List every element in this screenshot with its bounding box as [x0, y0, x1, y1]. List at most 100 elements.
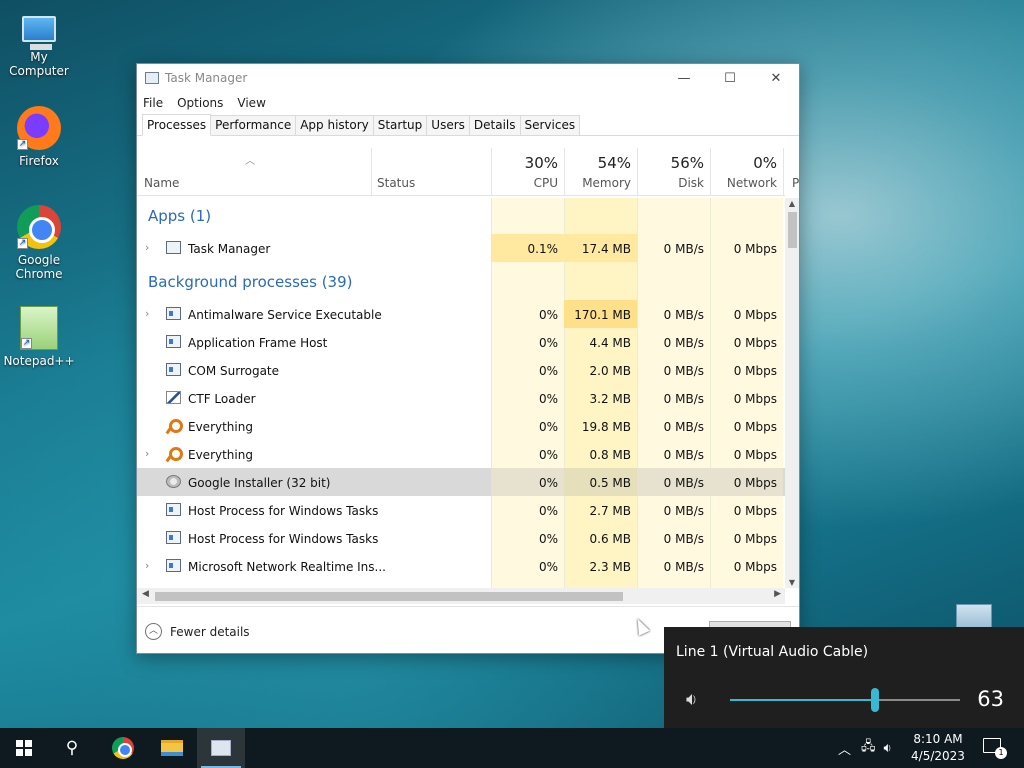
process-memory: 0.5 MB [564, 468, 637, 496]
fewer-details-button[interactable]: ︿ Fewer details [145, 623, 250, 640]
process-memory: 4.4 MB [589, 336, 631, 350]
notification-count: 1 [995, 747, 1007, 759]
taskbar-file-explorer[interactable] [148, 728, 196, 768]
table-row[interactable]: › Microsoft Network Realtime Ins... 0% 2… [137, 552, 785, 580]
system-tray: ︿ 🖧︎ 🔉︎ [838, 728, 892, 768]
desktop-icon-google-chrome[interactable]: ↗ Google Chrome [1, 205, 77, 281]
vertical-scrollbar[interactable]: ▲ ▼ [785, 198, 799, 588]
process-network: 0 Mbps [733, 420, 777, 434]
start-button[interactable] [0, 728, 48, 768]
tab-users[interactable]: Users [426, 115, 470, 135]
process-memory: 19.8 MB [581, 420, 631, 434]
volume-level: 63 [977, 687, 1004, 711]
column-disk[interactable]: 56% Disk [637, 148, 710, 196]
menu-view[interactable]: View [237, 96, 265, 110]
menu-options[interactable]: Options [177, 96, 223, 110]
table-row[interactable]: › Task Manager 0.1% 17.4 MB 0 MB/s 0 Mbp… [137, 234, 785, 262]
scroll-down-icon[interactable]: ▼ [785, 578, 799, 587]
column-power-partial[interactable]: P [783, 148, 799, 196]
disk-label: Disk [678, 176, 704, 190]
column-header: ︿ Name Status 30% CPU 54% Memory 56% Dis… [137, 148, 799, 196]
process-disk: 0 MB/s [663, 532, 704, 546]
tab-app-history[interactable]: App history [295, 115, 374, 135]
chrome-icon: ↗ [17, 205, 61, 249]
firefox-icon: ↗ [17, 106, 61, 150]
horizontal-scroll-thumb[interactable] [155, 592, 623, 601]
vertical-scroll-thumb[interactable] [788, 212, 797, 248]
clock[interactable]: 8:10 AM 4/5/2023 [906, 731, 970, 765]
column-status[interactable]: Status [371, 148, 491, 196]
process-network: 0 Mbps [733, 392, 777, 406]
desktop-icon-label: Notepad++ [3, 354, 75, 368]
chevron-up-icon[interactable]: ︿ [838, 739, 851, 758]
taskbar-chrome[interactable] [99, 728, 147, 768]
volume-slider[interactable] [730, 688, 960, 712]
network-percent: 0% [753, 154, 777, 172]
column-cpu[interactable]: 30% CPU [491, 148, 564, 196]
tab-services[interactable]: Services [519, 115, 581, 135]
audio-device-name[interactable]: Line 1 (Virtual Audio Cable) [676, 644, 868, 660]
tab-performance[interactable]: Performance [210, 115, 297, 135]
pen-icon [166, 391, 181, 404]
title-bar[interactable]: Task Manager — ☐ ✕ [137, 64, 799, 92]
process-cpu: 0% [538, 420, 558, 434]
recycle-bin-icon[interactable] [956, 604, 992, 628]
process-name: Application Frame Host [188, 336, 328, 350]
volume-icon[interactable]: 🔉︎ [884, 741, 892, 756]
volume-slider-thumb[interactable] [870, 688, 879, 712]
menu-file[interactable]: File [143, 96, 163, 110]
service-icon [166, 307, 181, 320]
expand-chevron-icon[interactable]: › [145, 241, 149, 254]
table-row[interactable]: Application Frame Host 0% 4.4 MB 0 MB/s … [137, 328, 785, 356]
expand-chevron-icon[interactable]: › [145, 307, 149, 320]
column-memory[interactable]: 54% Memory [564, 148, 637, 196]
notepadpp-icon: ↗ [20, 306, 58, 350]
search-button[interactable]: ⚲ [48, 728, 96, 768]
maximize-button[interactable]: ☐ [707, 64, 753, 92]
scroll-up-icon[interactable]: ▲ [785, 199, 799, 208]
close-button[interactable]: ✕ [753, 64, 799, 92]
table-row[interactable]: CTF Loader 0% 3.2 MB 0 MB/s 0 Mbps [137, 384, 785, 412]
process-network: 0 Mbps [733, 504, 777, 518]
tab-details[interactable]: Details [468, 115, 521, 135]
group-background-label: Background processes (39) [148, 273, 353, 291]
group-background[interactable]: Background processes (39) [137, 264, 785, 300]
search-icon: ⚲ [65, 738, 79, 758]
scroll-left-icon[interactable]: ◀ [142, 589, 149, 599]
process-network: 0 Mbps [733, 242, 777, 256]
expand-chevron-icon[interactable]: › [145, 447, 149, 460]
column-status-label: Status [377, 176, 416, 190]
minimize-button[interactable]: — [661, 64, 707, 92]
table-row[interactable]: Everything 0% 19.8 MB 0 MB/s 0 Mbps [137, 412, 785, 440]
desktop-icon-label: Google Chrome [15, 253, 63, 281]
table-row[interactable]: › Antimalware Service Executable 0% 170.… [137, 300, 785, 328]
desktop-icon-my-computer[interactable]: My Computer [1, 8, 77, 78]
task-manager-window: Task Manager — ☐ ✕ File Options View Pro… [136, 63, 800, 654]
process-name: Host Process for Windows Tasks [188, 532, 379, 546]
column-name[interactable]: Name [137, 148, 371, 196]
clock-time: 8:10 AM [913, 732, 963, 746]
expand-chevron-icon[interactable]: › [145, 559, 149, 572]
process-disk: 0 MB/s [663, 560, 704, 574]
network-icon[interactable]: 🖧︎ [861, 737, 876, 759]
table-row[interactable]: Host Process for Windows Tasks 0% 0.6 MB… [137, 524, 785, 552]
desktop-icon-notepadpp[interactable]: ↗ Notepad++ [1, 306, 77, 368]
table-row-selected[interactable]: Google Installer (32 bit) 0% 0.5 MB 0 MB… [137, 468, 785, 496]
process-disk: 0 MB/s [663, 392, 704, 406]
scroll-right-icon[interactable]: ▶ [774, 589, 781, 599]
table-row[interactable]: Host Process for Windows Tasks 0% 2.7 MB… [137, 496, 785, 524]
table-row[interactable]: › Everything 0% 0.8 MB 0 MB/s 0 Mbps [137, 440, 785, 468]
horizontal-scrollbar[interactable]: ◀ ▶ [137, 588, 785, 604]
shortcut-arrow-icon: ↗ [21, 338, 32, 349]
speaker-icon[interactable]: 🔉︎ [686, 689, 697, 710]
service-icon [166, 335, 181, 348]
tab-processes[interactable]: Processes [142, 114, 212, 136]
tab-startup[interactable]: Startup [372, 115, 428, 135]
column-network[interactable]: 0% Network [710, 148, 783, 196]
folder-icon [161, 740, 183, 756]
desktop-icon-firefox[interactable]: ↗ Firefox [1, 106, 77, 168]
taskbar-task-manager[interactable] [197, 728, 245, 768]
table-row[interactable]: COM Surrogate 0% 2.0 MB 0 MB/s 0 Mbps [137, 356, 785, 384]
group-apps[interactable]: Apps (1) [137, 198, 785, 234]
process-cpu: 0.1% [491, 234, 564, 262]
